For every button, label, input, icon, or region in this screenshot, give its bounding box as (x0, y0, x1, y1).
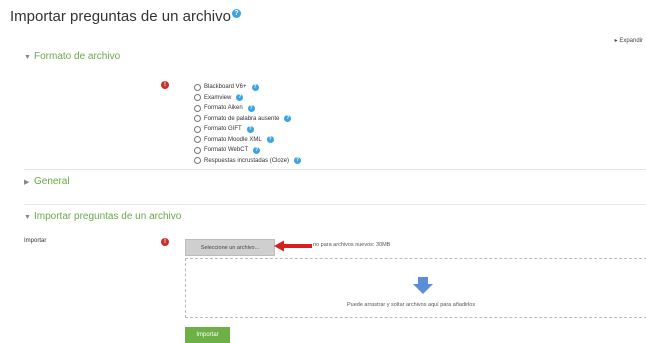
format-option-aiken[interactable]: Formato Aiken? (194, 103, 301, 114)
import-field-label: Importar (24, 238, 47, 244)
dropzone-text: Puede arrastrar y soltar archivos aquí p… (347, 302, 476, 308)
format-option-label: Formato de palabra ausente (204, 115, 280, 122)
format-option-webct[interactable]: Formato WebCT? (194, 145, 301, 156)
caret-down-icon: ▼ (24, 214, 31, 221)
format-radio-group: Blackboard V6+? Examview? Formato Aiken?… (194, 82, 302, 167)
question-circle-icon[interactable]: ? (246, 125, 254, 133)
question-circle-icon[interactable]: ? (247, 104, 255, 112)
format-option-label: Blackboard V6+ (204, 84, 247, 91)
radio-button[interactable] (194, 125, 201, 133)
format-option-label: Formato WebCT (204, 147, 249, 154)
question-circle-icon[interactable]: ? (294, 157, 302, 165)
question-circle-icon[interactable]: ? (253, 146, 261, 154)
radio-button[interactable] (194, 94, 201, 102)
question-circle-icon[interactable]: ? (231, 9, 241, 18)
format-option-examview[interactable]: Examview? (194, 93, 301, 104)
caret-down-icon: ▼ (24, 54, 31, 61)
caret-right-icon: ▶ (24, 179, 30, 186)
exclamation-circle-icon: ! (161, 238, 169, 246)
radio-button[interactable] (194, 104, 201, 112)
expand-all-label: Expandir (619, 38, 643, 44)
section-divider (24, 169, 646, 170)
section-toggle-importar[interactable]: ▼ Importar preguntas de un archivo (24, 211, 181, 222)
format-option-gift[interactable]: Formato GIFT? (194, 124, 301, 135)
page-title-text: Importar preguntas de un archivo (10, 8, 231, 25)
section-formato-label: Formato de archivo (34, 51, 121, 62)
format-option-moodlexml[interactable]: Formato Moodle XML? (194, 135, 301, 146)
import-submit-label: Importar (196, 332, 219, 338)
expand-all-link[interactable]: ▸ Expandir (615, 37, 643, 44)
radio-button[interactable] (194, 146, 201, 154)
question-circle-icon[interactable]: ? (266, 136, 274, 144)
radio-button[interactable] (194, 136, 201, 144)
max-size-text: no para archivos nuevos: 30MB (313, 242, 391, 248)
radio-button[interactable] (194, 115, 201, 123)
question-circle-icon[interactable]: ? (284, 115, 292, 123)
section-general-label: General (34, 176, 70, 187)
format-option-missingword[interactable]: Formato de palabra ausente? (194, 114, 301, 125)
choose-file-label: Seleccione un archivo... (200, 244, 260, 251)
section-importar-label: Importar preguntas de un archivo (34, 211, 182, 222)
exclamation-circle-icon: ! (161, 81, 169, 89)
section-divider (24, 204, 646, 205)
down-arrow-icon (413, 277, 433, 294)
choose-file-button[interactable]: Seleccione un archivo... (185, 239, 275, 256)
section-toggle-general[interactable]: ▶ General (24, 176, 70, 187)
question-circle-icon[interactable]: ? (236, 94, 244, 102)
format-option-cloze[interactable]: Respuestas incrustadas (Cloze)? (194, 156, 302, 167)
radio-button[interactable] (194, 157, 201, 165)
format-option-blackboard[interactable]: Blackboard V6+? (194, 82, 301, 93)
question-circle-icon[interactable]: ? (251, 83, 259, 91)
format-option-label: Formato GIFT (204, 126, 242, 133)
radio-button[interactable] (194, 83, 201, 91)
section-toggle-formato[interactable]: ▼ Formato de archivo (24, 51, 120, 62)
format-option-label: Formato Moodle XML (204, 136, 262, 143)
page-title: Importar preguntas de un archivo? (10, 8, 241, 25)
import-submit-button[interactable]: Importar (185, 327, 230, 343)
format-option-label: Examview (204, 94, 232, 101)
red-arrow-annotation-icon (274, 240, 312, 252)
format-option-label: Formato Aiken (204, 105, 243, 112)
format-option-label: Respuestas incrustadas (Cloze) (204, 157, 290, 164)
chevron-right-icon: ▸ (614, 38, 618, 44)
